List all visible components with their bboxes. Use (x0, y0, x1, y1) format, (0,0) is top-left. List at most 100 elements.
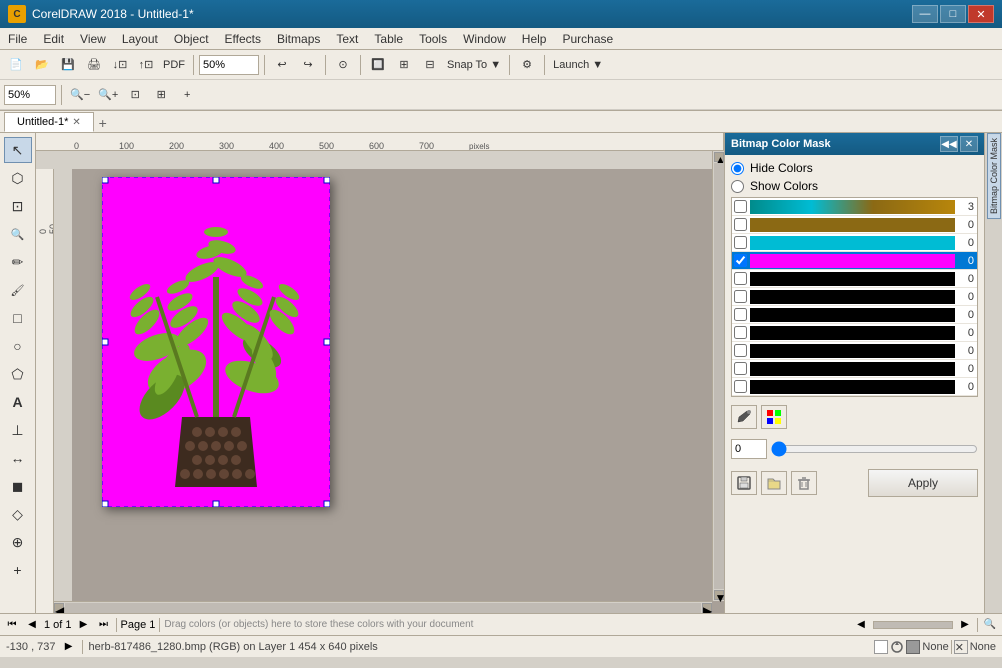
view-options[interactable]: 🔲 (366, 53, 390, 77)
open-button[interactable]: 📂 (30, 53, 54, 77)
menu-help[interactable]: Help (514, 30, 555, 48)
docker-tab-bitmap-color-mask[interactable]: Bitmap Color Mask (987, 133, 1001, 219)
zoom-in-btn[interactable]: 🔍+ (95, 83, 121, 107)
freehand-tool[interactable]: ✏ (4, 249, 32, 275)
scroll-left-btn[interactable]: ◀ (853, 617, 869, 633)
menu-text[interactable]: Text (328, 30, 366, 48)
maximize-button[interactable]: □ (940, 5, 966, 23)
stroke-indicator[interactable] (906, 640, 920, 654)
panel-header-buttons[interactable]: ◀◀ ✕ (940, 136, 978, 152)
rectangle-tool[interactable]: □ (4, 305, 32, 331)
undo-button[interactable]: ↩ (270, 53, 294, 77)
new-button[interactable]: 📄 (4, 53, 28, 77)
menu-file[interactable]: File (0, 30, 35, 48)
color-row-5[interactable]: 0 (732, 270, 977, 288)
fill-color-indicator[interactable] (874, 640, 888, 654)
color-settings[interactable]: ⊙ (331, 53, 355, 77)
options-button[interactable]: ⚙ (515, 53, 539, 77)
publish-pdf[interactable]: PDF (160, 53, 188, 77)
hide-colors-label[interactable]: Hide Colors (750, 161, 813, 175)
zoom-icon-btn[interactable]: 🔍 (982, 617, 998, 633)
scrollbar-horizontal[interactable]: ◀ ▶ (54, 601, 712, 613)
expand-button[interactable]: ▶ (62, 640, 76, 654)
save-mask-button[interactable] (731, 471, 757, 495)
color-row-8[interactable]: 0 (732, 324, 977, 342)
crop-tool[interactable]: ⊡ (4, 193, 32, 219)
close-button[interactable]: ✕ (968, 5, 994, 23)
tolerance-slider[interactable] (771, 439, 978, 459)
delete-mask-button[interactable] (791, 471, 817, 495)
ellipse-tool[interactable]: ○ (4, 333, 32, 359)
new-tab-button[interactable]: + (94, 114, 112, 132)
menu-object[interactable]: Object (166, 30, 217, 48)
color-checkbox-2[interactable] (734, 218, 747, 231)
view-table[interactable]: ⊟ (418, 53, 442, 77)
first-page-button[interactable]: ⏮ (4, 617, 20, 633)
panel-pin-button[interactable]: ◀◀ (940, 136, 958, 152)
canvas-scroll[interactable] (72, 169, 724, 613)
view-grid[interactable]: ⊞ (392, 53, 416, 77)
import-button[interactable]: ↓⊡ (108, 53, 132, 77)
color-checkbox-4[interactable] (734, 254, 747, 267)
hide-colors-radio[interactable] (731, 162, 744, 175)
color-grid-tool[interactable] (761, 405, 787, 429)
minimize-button[interactable]: — (912, 5, 938, 23)
launch-button[interactable]: Launch ▼ (550, 53, 606, 77)
color-row-3[interactable]: 0 (732, 234, 977, 252)
tab-close-icon[interactable]: ✕ (72, 117, 80, 128)
zoom-input-main[interactable] (199, 55, 259, 75)
last-page-button[interactable]: ⏭ (96, 617, 112, 633)
zoom-tool[interactable]: 🔍 (4, 221, 32, 247)
color-row-2[interactable]: 0 (732, 216, 977, 234)
stroke-color-indicator[interactable]: ✕ (954, 640, 968, 654)
color-row-6[interactable]: 0 (732, 288, 977, 306)
color-checkbox-1[interactable] (734, 200, 747, 213)
color-row-9[interactable]: 0 (732, 342, 977, 360)
tolerance-input[interactable]: 0 (731, 439, 767, 459)
document-tab-active[interactable]: Untitled-1* ✕ (4, 112, 94, 132)
apply-button[interactable]: Apply (868, 469, 978, 497)
color-row-4-selected[interactable]: 0 (732, 252, 977, 270)
print-button[interactable]: 🖨 (82, 53, 106, 77)
shape-tool[interactable]: ⬡ (4, 165, 32, 191)
zoom-level-btn[interactable]: ⊡ (123, 83, 147, 107)
color-checkbox-5[interactable] (734, 272, 747, 285)
scrollbar-vertical[interactable]: ▲ ▼ (712, 151, 724, 601)
polygon-tool[interactable]: ⬠ (4, 361, 32, 387)
menu-view[interactable]: View (72, 30, 114, 48)
menu-window[interactable]: Window (455, 30, 514, 48)
menu-tools[interactable]: Tools (411, 30, 455, 48)
page-scrollbar[interactable] (873, 621, 953, 629)
color-checkbox-9[interactable] (734, 344, 747, 357)
titlebar-controls[interactable]: — □ ✕ (912, 5, 994, 23)
snap-to-btn[interactable]: Snap To ▼ (444, 53, 504, 77)
load-mask-button[interactable] (761, 471, 787, 495)
text-tool[interactable]: A (4, 389, 32, 415)
color-row-11[interactable]: 0 (732, 378, 977, 396)
color-checkbox-7[interactable] (734, 308, 747, 321)
menu-layout[interactable]: Layout (114, 30, 166, 48)
redo-button[interactable]: ↪ (296, 53, 320, 77)
dimension-tool[interactable]: ⊥ (4, 417, 32, 443)
color-row-1[interactable]: 3 (732, 198, 977, 216)
transparency-tool[interactable]: ◇ (4, 501, 32, 527)
zoom-input-property[interactable] (4, 85, 56, 105)
menu-purchase[interactable]: Purchase (554, 30, 621, 48)
connector-tool[interactable]: ↔ (4, 445, 32, 471)
color-row-10[interactable]: 0 (732, 360, 977, 378)
color-checkbox-8[interactable] (734, 326, 747, 339)
save-button[interactable]: 💾 (56, 53, 80, 77)
color-checkbox-10[interactable] (734, 362, 747, 375)
color-row-7[interactable]: 0 (732, 306, 977, 324)
menu-table[interactable]: Table (366, 30, 411, 48)
shadow-tool[interactable]: ◼ (4, 473, 32, 499)
eyedropper-select-tool[interactable] (731, 405, 757, 429)
artistic-media-tool[interactable]: 🖌 (4, 277, 32, 303)
export-button[interactable]: ↑⊡ (134, 53, 158, 77)
panel-close-button[interactable]: ✕ (960, 136, 978, 152)
select-tool[interactable]: ↖ (4, 137, 32, 163)
show-colors-radio[interactable] (731, 180, 744, 193)
prev-page-button[interactable]: ◀ (24, 617, 40, 633)
eyedropper-tool[interactable]: ⊕ (4, 529, 32, 555)
menu-effects[interactable]: Effects (217, 30, 269, 48)
